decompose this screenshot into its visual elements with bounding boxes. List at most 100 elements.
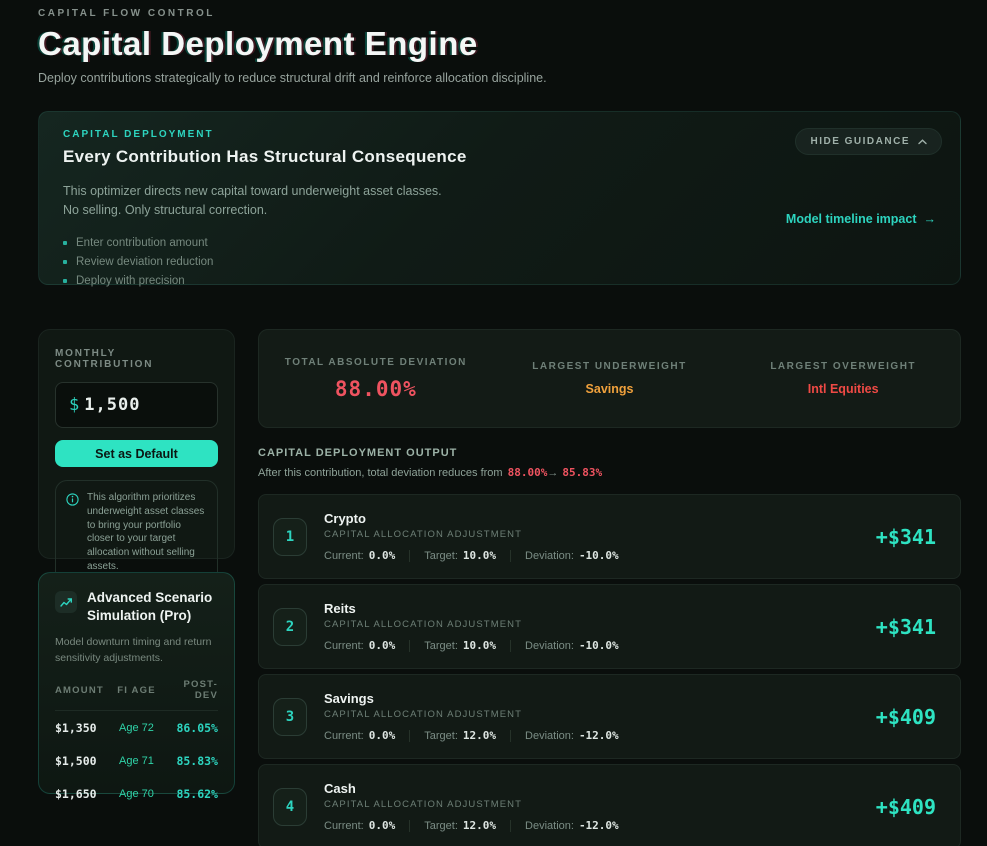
contribution-amount-field[interactable]: $ — [55, 382, 218, 428]
guidance-bullet: Deploy with precision — [63, 271, 936, 290]
scenario-table: AMOUNT FI AGE POST-DEV $1,350 Age 72 86.… — [55, 679, 218, 810]
scenario-row: $1,650 Age 70 85.62% — [55, 777, 218, 810]
deviation-reduction-summary: After this contribution, total deviation… — [258, 466, 961, 479]
deviation-label: Deviation: — [525, 640, 574, 652]
allocation-list: 1 Crypto CAPITAL ALLOCATION ADJUSTMENT C… — [258, 494, 961, 846]
scenario-amount: $1,650 — [55, 787, 109, 801]
divider — [409, 820, 410, 832]
allocation-details: Cash CAPITAL ALLOCATION ADJUSTMENT Curre… — [324, 781, 619, 832]
current-value: 0.0% — [369, 639, 396, 652]
allocation-sublabel: CAPITAL ALLOCATION ADJUSTMENT — [324, 799, 619, 810]
current-label: Current: — [324, 550, 364, 562]
hide-guidance-button[interactable]: HIDE GUIDANCE — [795, 128, 942, 155]
scenario-header: Advanced Scenario Simulation (Pro) — [55, 589, 218, 625]
allocation-card-cash: 4 Cash CAPITAL ALLOCATION ADJUSTMENT Cur… — [258, 764, 961, 846]
model-timeline-impact-label: Model timeline impact — [786, 212, 917, 226]
monthly-contribution-card: MONTHLY CONTRIBUTION $ Set as Default Th… — [38, 329, 235, 559]
target-label: Target: — [424, 730, 458, 742]
deviation-value: -12.0% — [579, 729, 619, 742]
scenario-subtitle: Model downturn timing and return sensiti… — [55, 634, 218, 666]
monthly-contribution-label: MONTHLY CONTRIBUTION — [55, 348, 218, 370]
asset-name: Savings — [324, 691, 619, 706]
deviation-stats-card: TOTAL ABSOLUTE DEVIATION 88.00% LARGEST … — [258, 329, 961, 428]
divider — [510, 550, 511, 562]
allocation-sublabel: CAPITAL ALLOCATION ADJUSTMENT — [324, 529, 619, 540]
arrow-right-icon: → — [547, 467, 558, 479]
largest-underweight-value: Savings — [493, 382, 727, 396]
chevron-up-icon — [918, 139, 927, 145]
divider — [510, 820, 511, 832]
divider — [409, 640, 410, 652]
scenario-fi-age: Age 72 — [109, 722, 163, 734]
divider — [409, 730, 410, 742]
advanced-scenario-card: Advanced Scenario Simulation (Pro) Model… — [38, 572, 235, 794]
summary-prefix: After this contribution, total deviation… — [258, 467, 503, 479]
scenario-fi-age: Age 71 — [109, 755, 163, 767]
hide-guidance-label: HIDE GUIDANCE — [810, 136, 910, 147]
column-fi-age: FI AGE — [109, 685, 163, 696]
guidance-card: CAPITAL DEPLOYMENT Every Contribution Ha… — [38, 111, 961, 285]
rank-badge: 2 — [273, 608, 307, 646]
scenario-post-dev: 85.83% — [164, 754, 218, 768]
target-label: Target: — [424, 640, 458, 652]
largest-overweight-stat: LARGEST OVERWEIGHT Intl Equities — [726, 361, 960, 396]
rank-badge: 3 — [273, 698, 307, 736]
current-label: Current: — [324, 820, 364, 832]
deployment-output-label: CAPITAL DEPLOYMENT OUTPUT — [258, 447, 961, 459]
scenario-amount: $1,500 — [55, 754, 109, 768]
capital-deployment-page: CAPITAL FLOW CONTROL Capital Deployment … — [0, 0, 987, 846]
scenario-row: $1,500 Age 71 85.83% — [55, 744, 218, 777]
deviation-to-value: 85.83% — [562, 466, 602, 479]
deviation-value: -10.0% — [579, 549, 619, 562]
trend-chart-icon — [55, 591, 77, 613]
total-absolute-deviation-stat: TOTAL ABSOLUTE DEVIATION 88.00% — [259, 357, 493, 401]
deviation-value: -10.0% — [579, 639, 619, 652]
current-value: 0.0% — [369, 549, 396, 562]
currency-symbol: $ — [69, 395, 79, 415]
deployment-amount: +$409 — [876, 795, 936, 819]
algorithm-info-box: This algorithm prioritizes underweight a… — [55, 480, 218, 585]
asset-name: Crypto — [324, 511, 619, 526]
column-amount: AMOUNT — [55, 685, 109, 696]
set-as-default-button[interactable]: Set as Default — [55, 440, 218, 467]
target-value: 10.0% — [463, 639, 496, 652]
allocation-sublabel: CAPITAL ALLOCATION ADJUSTMENT — [324, 709, 619, 720]
page-kicker: CAPITAL FLOW CONTROL — [38, 8, 961, 19]
deviation-label: Deviation: — [525, 820, 574, 832]
guidance-bullet-label: Enter contribution amount — [76, 237, 208, 249]
info-icon — [66, 493, 79, 506]
asset-name: Cash — [324, 781, 619, 796]
allocation-card-reits: 2 Reits CAPITAL ALLOCATION ADJUSTMENT Cu… — [258, 584, 961, 669]
allocation-details: Savings CAPITAL ALLOCATION ADJUSTMENT Cu… — [324, 691, 619, 742]
allocation-stats: Current: 0.0% Target: 12.0% Deviation: -… — [324, 819, 619, 832]
total-deviation-value: 88.00% — [259, 377, 493, 401]
guidance-bullet: Enter contribution amount — [63, 233, 936, 252]
divider — [510, 640, 511, 652]
allocation-stats: Current: 0.0% Target: 12.0% Deviation: -… — [324, 729, 619, 742]
allocation-details: Crypto CAPITAL ALLOCATION ADJUSTMENT Cur… — [324, 511, 619, 562]
allocation-stats: Current: 0.0% Target: 10.0% Deviation: -… — [324, 549, 619, 562]
page-header: CAPITAL FLOW CONTROL Capital Deployment … — [38, 8, 961, 85]
guidance-bullet-label: Deploy with precision — [76, 275, 185, 287]
target-label: Target: — [424, 550, 458, 562]
contribution-amount-input[interactable] — [79, 395, 204, 415]
allocation-stats: Current: 0.0% Target: 10.0% Deviation: -… — [324, 639, 619, 652]
deployment-output-header: CAPITAL DEPLOYMENT OUTPUT After this con… — [258, 447, 961, 479]
rank-badge: 4 — [273, 788, 307, 826]
deviation-value: -12.0% — [579, 819, 619, 832]
target-value: 10.0% — [463, 549, 496, 562]
deviation-label: Deviation: — [525, 730, 574, 742]
guidance-bullet-label: Review deviation reduction — [76, 256, 213, 268]
current-label: Current: — [324, 640, 364, 652]
algorithm-info-text: This algorithm prioritizes underweight a… — [87, 491, 207, 574]
deployment-amount: +$341 — [876, 615, 936, 639]
main-columns: MONTHLY CONTRIBUTION $ Set as Default Th… — [38, 329, 961, 846]
scenario-post-dev: 85.62% — [164, 787, 218, 801]
model-timeline-impact-link[interactable]: Model timeline impact → — [786, 212, 936, 226]
deviation-label: Deviation: — [525, 550, 574, 562]
arrow-right-icon: → — [924, 212, 937, 226]
target-label: Target: — [424, 820, 458, 832]
allocation-card-savings: 3 Savings CAPITAL ALLOCATION ADJUSTMENT … — [258, 674, 961, 759]
bullet-dot-icon — [63, 241, 67, 245]
main-content: TOTAL ABSOLUTE DEVIATION 88.00% LARGEST … — [258, 329, 961, 846]
